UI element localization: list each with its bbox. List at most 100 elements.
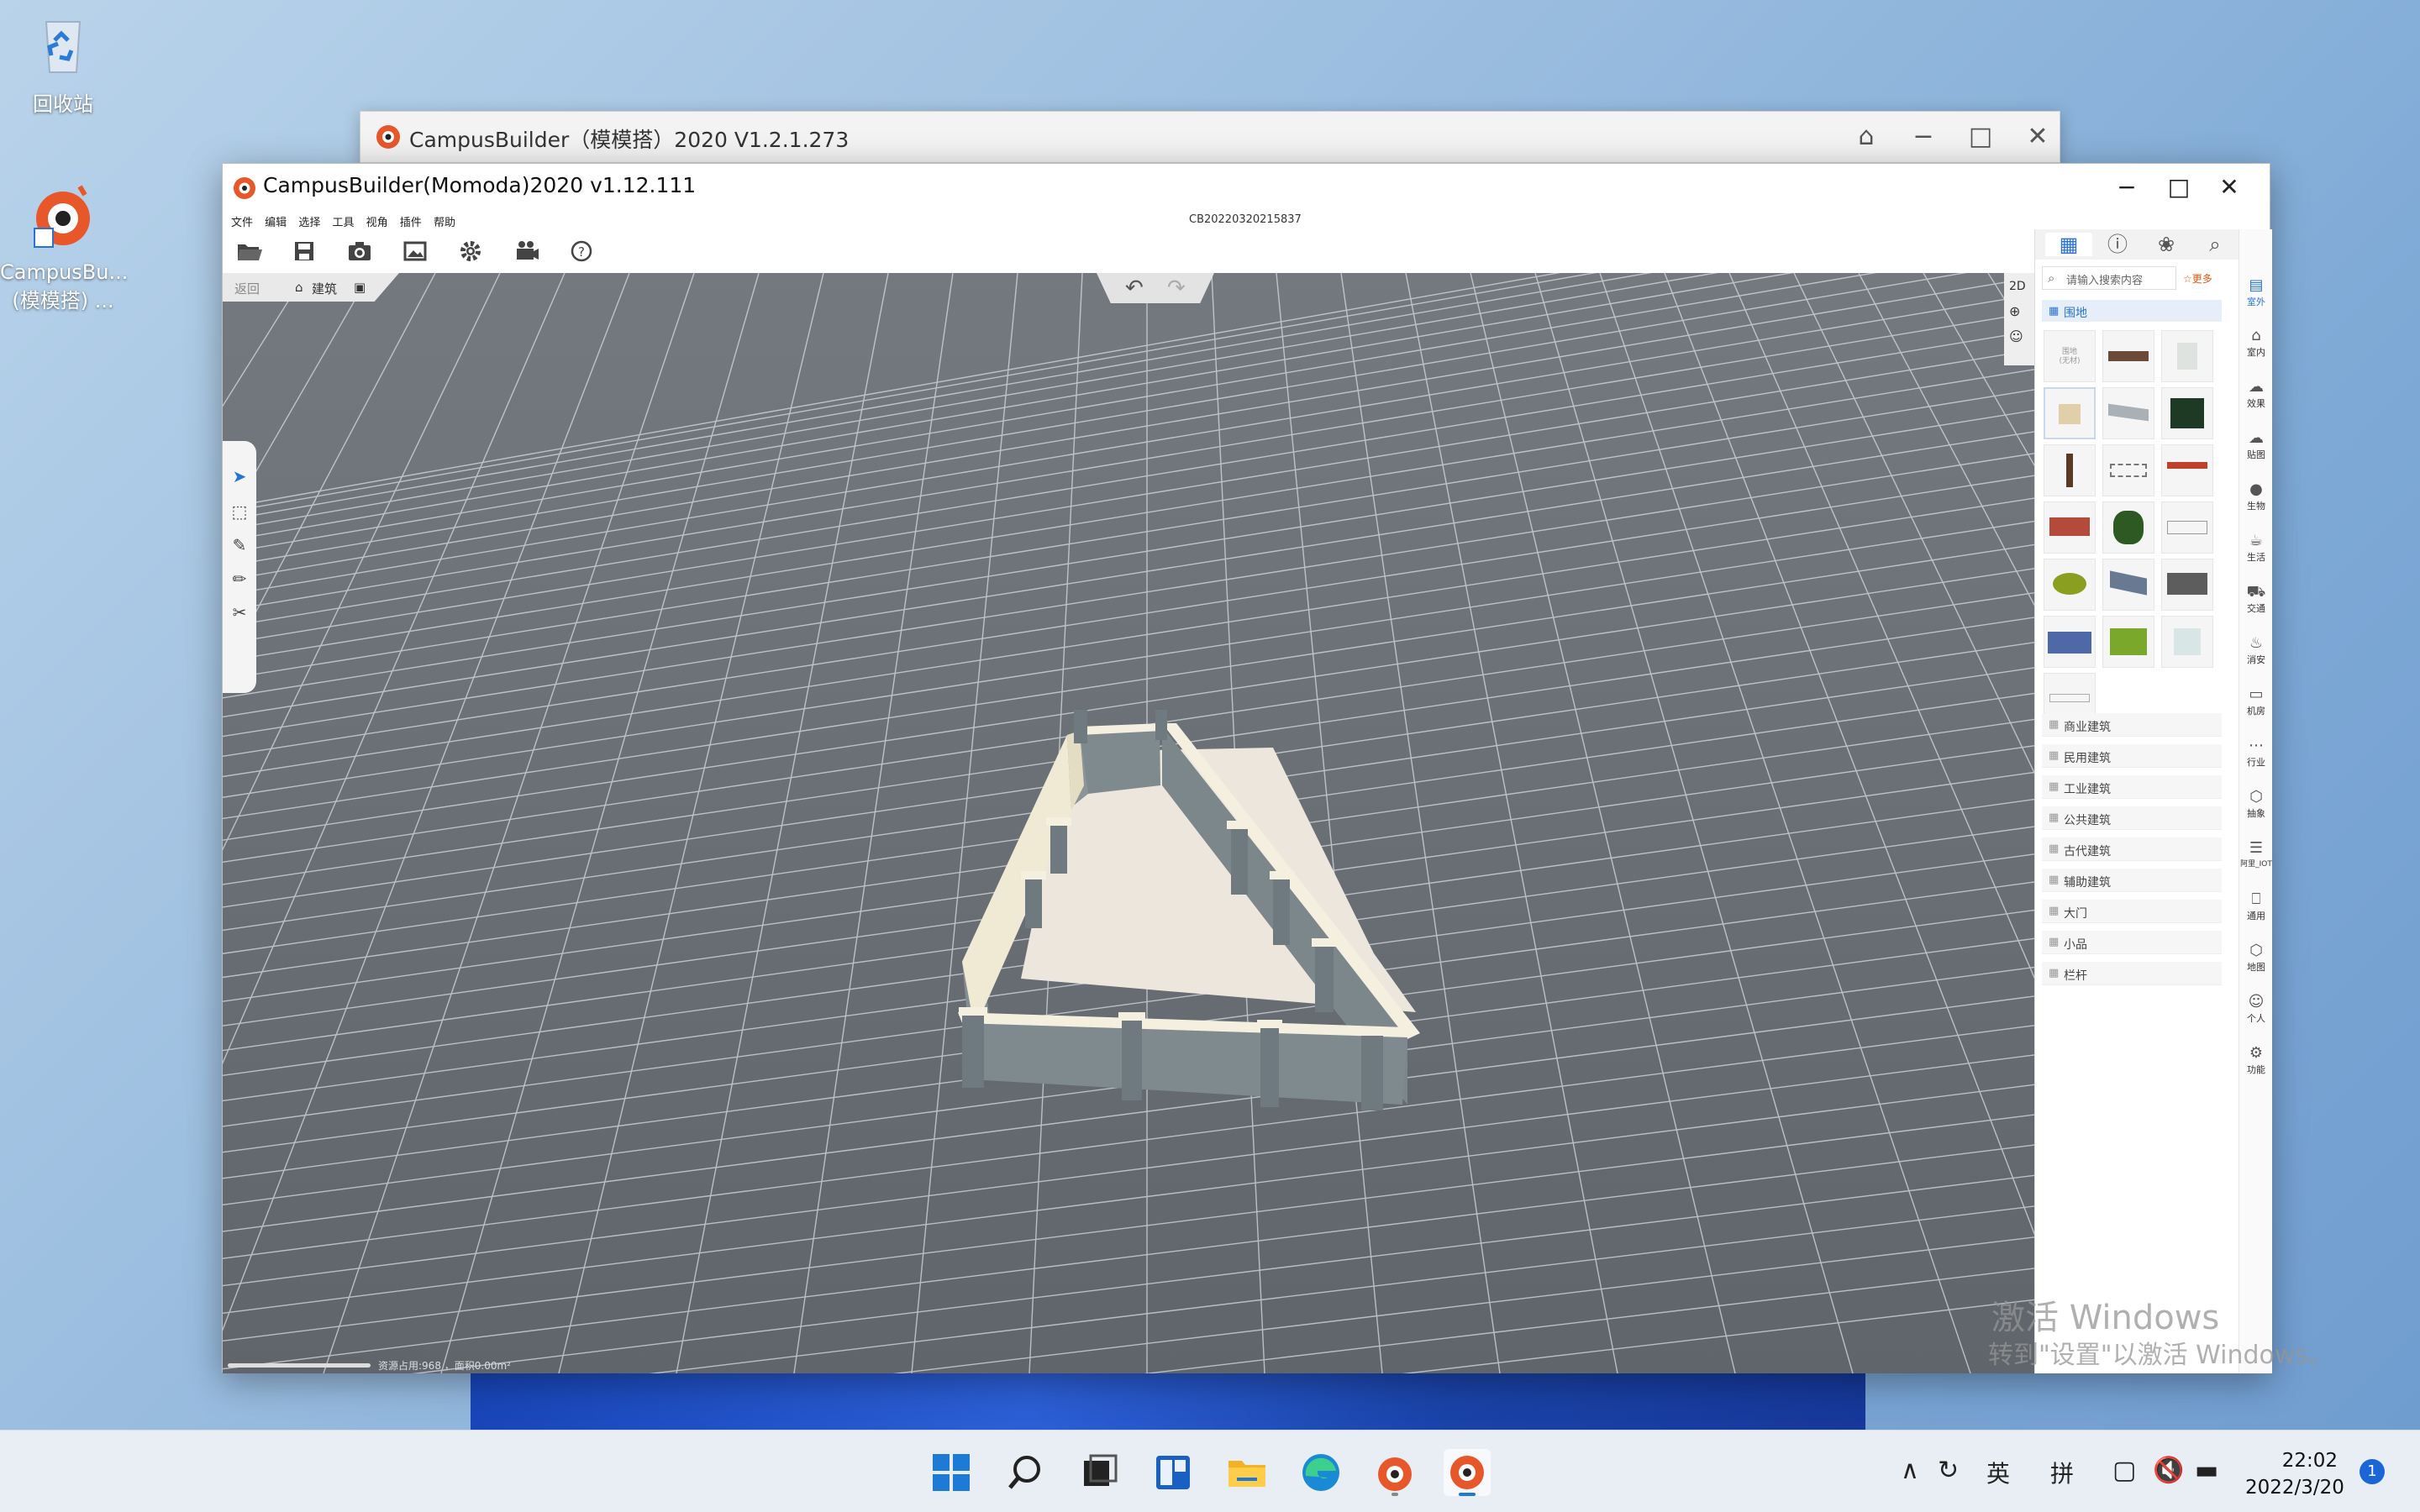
model-tile[interactable] [2102,501,2154,554]
widgets-icon[interactable] [1150,1449,1197,1496]
minimize-button[interactable]: − [1907,120,1940,154]
close-button[interactable]: ✕ [2204,169,2254,206]
category-item[interactable]: ▦ 小品 [2042,931,2222,954]
info-icon[interactable]: ⓘ [2094,233,2141,256]
notification-badge[interactable]: 1 [2360,1459,2385,1484]
category-item[interactable]: ▦ 栏杆 [2042,962,2222,985]
side-nav-effects[interactable]: ☁ 效果 [2239,378,2273,410]
side-nav-abstract[interactable]: ⬡ 抽象 [2239,788,2273,820]
campusbuilder-shortcut[interactable]: CampusBu... (模模搭) ... [0,180,128,313]
model-tile[interactable] [2161,330,2213,382]
side-nav-functions[interactable]: ⚙ 功能 [2239,1044,2273,1076]
start-icon[interactable] [928,1449,975,1496]
side-nav-industry[interactable]: ⋯ 行业 [2239,737,2273,769]
menu-select[interactable]: 选择 [298,213,320,229]
view-2d-toggle[interactable]: 2D [2009,280,2026,293]
model-tile[interactable] [2044,559,2096,611]
search-icon[interactable]: ⌕ [2191,233,2238,256]
campusbuilder-taskbar-icon-active[interactable] [1444,1449,1491,1496]
minimize-button[interactable]: − [2102,169,2152,206]
file-explorer-icon[interactable] [1223,1449,1270,1496]
zoom-icon[interactable]: ⊕ [2009,303,2020,319]
model-tile[interactable] [2044,444,2096,496]
category-item[interactable]: ▦ 商业建筑 [2042,713,2222,737]
model-tile[interactable] [2161,616,2213,668]
model-tile[interactable] [2161,387,2213,439]
side-nav-living[interactable]: ☕ 生活 [2239,532,2273,564]
menu-plugins[interactable]: 插件 [400,213,422,229]
menu-tools[interactable]: 工具 [332,213,354,229]
titlebar[interactable]: CampusBuilder(Momoda)2020 v1.12.111 − □ … [223,164,2270,211]
model-tile[interactable] [2102,387,2154,439]
menu-help[interactable]: 帮助 [434,213,455,229]
model-tile[interactable] [2102,330,2154,382]
side-nav-server-room[interactable]: ▭ 机房 [2239,685,2273,717]
menu-edit[interactable]: 编辑 [265,213,287,229]
model-tile[interactable] [2102,616,2154,668]
close-button[interactable]: ✕ [2021,120,2054,154]
more-link[interactable]: ☆更多 [2183,271,2212,286]
gear-icon[interactable] [453,234,488,268]
tray-chevron-icon[interactable]: ∧ [1901,1456,1919,1485]
redo-icon[interactable]: ↷ [1167,276,1186,301]
model-tile[interactable] [2102,559,2154,611]
camera-icon[interactable] [342,234,377,268]
edge-icon[interactable] [1297,1449,1344,1496]
recycle-bin-shortcut[interactable]: 回收站 [0,7,126,117]
pen-icon[interactable]: ✎ [229,535,250,555]
task-view-icon[interactable] [1076,1449,1123,1496]
search-icon[interactable] [1002,1449,1049,1496]
back-window-titlebar[interactable]: CampusBuilder（模模搭）2020 V1.2.1.273 ⌂ − □ … [360,111,2060,163]
side-nav-textures[interactable]: ☁ 贴图 [2239,429,2273,461]
eraser-icon[interactable]: ✂ [229,602,250,622]
box-select-icon[interactable]: ⬚ [229,501,250,522]
battery-icon[interactable]: ▬ [2195,1456,2218,1485]
image-icon[interactable] [397,234,433,268]
cube-icon[interactable]: ▣ [354,280,366,295]
clock[interactable]: 22:02 2022/3/20 [2245,1447,2344,1501]
campusbuilder-taskbar-icon[interactable] [1371,1449,1418,1496]
category-item[interactable]: ▦ 古代建筑 [2042,837,2222,861]
category-item[interactable]: ▦ 工业建筑 [2042,775,2222,799]
model-tile[interactable] [2044,616,2096,668]
model-tile[interactable] [2102,444,2154,496]
side-nav-personal[interactable]: ☺ 个人 [2239,993,2273,1025]
side-nav-indoor[interactable]: ⌂ 室内 [2239,327,2273,359]
menu-view[interactable]: 视角 [366,213,388,229]
side-nav-fire-safety[interactable]: ♨ 消安 [2239,634,2273,666]
3d-viewport[interactable]: 返回 ⌂ 建筑 ▣ ↶ ↷ ➤ ⬚ ✎ ✏ ✂ 2D ⊕ ☺ 资源占用:968 … [223,273,2034,1373]
category-item[interactable]: ▦ 民用建筑 [2042,744,2222,768]
ime-language[interactable]: 英 [1986,1456,2010,1489]
ime-mode[interactable]: 拼 [2050,1456,2074,1489]
model-tile[interactable] [2161,559,2213,611]
save-icon[interactable] [287,234,322,268]
scene-canvas[interactable] [223,273,2034,1373]
person-icon[interactable]: ☺ [2009,328,2023,344]
breadcrumb-current[interactable]: 建筑 [312,280,337,297]
volume-muted-icon[interactable]: 🔇 [2153,1456,2184,1485]
model-tile[interactable] [2044,387,2096,439]
category-item[interactable]: ▦ 公共建筑 [2042,806,2222,830]
help-icon[interactable]: ? [564,234,599,268]
video-icon[interactable] [508,234,544,268]
model-tile[interactable] [2161,444,2213,496]
search-input[interactable]: ⌕ 请输入搜索内容 [2042,266,2176,290]
model-tile[interactable] [2161,501,2213,554]
side-nav-map[interactable]: ⬡ 地图 [2239,942,2273,974]
side-nav-ali-iot[interactable]: ☰ 阿里_IOT [2239,839,2273,869]
maximize-button[interactable]: □ [1964,120,1997,154]
shirt-icon[interactable]: ⌂ [1849,120,1883,154]
select-arrow-icon[interactable]: ➤ [229,466,250,486]
side-nav-traffic[interactable]: ⛟ 交通 [2239,583,2273,615]
category-item[interactable]: ▦ 大门 [2042,900,2222,923]
category-active[interactable]: ▦ 围地 [2042,300,2222,322]
open-folder-icon[interactable] [231,234,266,268]
model-tile[interactable]: 围地 (无材) [2044,330,2096,382]
category-item[interactable]: ▦ 辅助建筑 [2042,869,2222,892]
palette-icon[interactable]: ❀ [2143,233,2190,256]
network-icon[interactable]: ▢ [2112,1456,2136,1485]
menu-file[interactable]: 文件 [231,213,253,229]
undo-icon[interactable]: ↶ [1125,276,1144,301]
back-link[interactable]: 返回 [234,280,260,297]
side-nav-creatures[interactable]: ● 生物 [2239,480,2273,512]
